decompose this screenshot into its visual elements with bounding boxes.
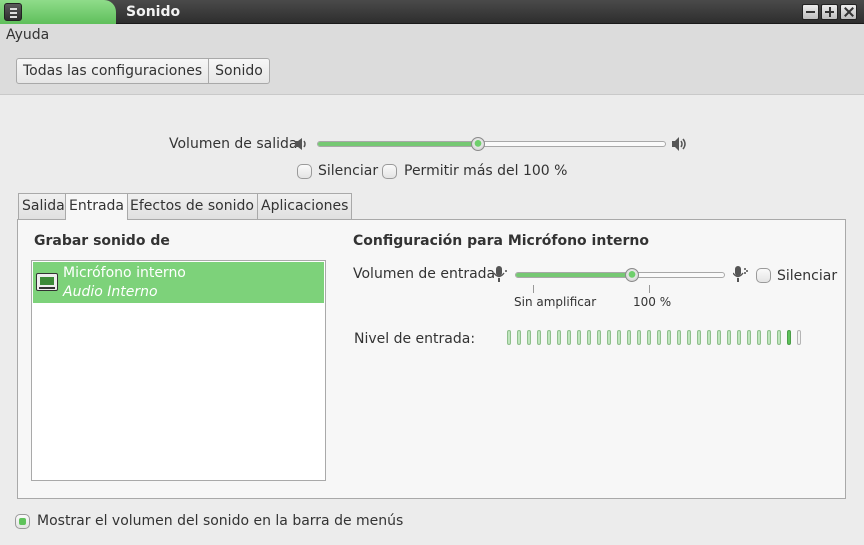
input-volume-slider[interactable] — [515, 268, 725, 282]
level-segment — [577, 330, 581, 345]
tab-output[interactable]: Salida — [18, 193, 69, 219]
level-segment — [777, 330, 781, 345]
menu-bar: Ayuda — [0, 24, 864, 48]
title-bar: Sonido — [0, 0, 864, 24]
device-name: Micrófono interno — [63, 265, 186, 281]
show-volume-checkbox[interactable] — [15, 514, 30, 529]
show-volume-label: Mostrar el volumen del sonido en la barr… — [37, 513, 404, 529]
mark-100: 100 % — [633, 295, 672, 309]
tick-100 — [649, 285, 650, 293]
list-item[interactable]: Micrófono interno Audio Interno — [33, 262, 324, 303]
breadcrumb-all-settings[interactable]: Todas las configuraciones — [17, 59, 208, 83]
close-icon[interactable] — [840, 4, 857, 20]
window-title: Sonido — [126, 4, 181, 20]
speaker-low-icon — [295, 138, 306, 150]
output-mute-checkbox[interactable] — [297, 164, 312, 179]
level-segment — [787, 330, 791, 345]
input-volume-fill — [516, 273, 633, 277]
maximize-icon[interactable] — [821, 4, 838, 20]
mark-unamplified: Sin amplificar — [514, 295, 597, 309]
level-segment — [707, 330, 711, 345]
output-volume-knob[interactable] — [470, 137, 485, 151]
level-segment — [757, 330, 761, 345]
level-segment — [727, 330, 731, 345]
menu-help[interactable]: Ayuda — [6, 27, 49, 43]
level-segment — [637, 330, 641, 345]
level-segment — [517, 330, 521, 345]
tick-unamplified — [533, 285, 534, 293]
input-mute-label: Silenciar — [777, 268, 838, 284]
tab-input[interactable]: Entrada — [65, 193, 129, 220]
device-description: Audio Interno — [63, 284, 158, 300]
level-segment — [687, 330, 691, 345]
config-title: Configuración para Micrófono interno — [353, 233, 649, 249]
input-level-label: Nivel de entrada: — [354, 331, 476, 347]
level-segment — [677, 330, 681, 345]
level-segment — [537, 330, 541, 345]
input-device-list: Micrófono interno Audio Interno — [31, 260, 326, 481]
speaker-high-icon — [672, 137, 686, 151]
breadcrumb-sound[interactable]: Sonido — [208, 59, 269, 83]
level-segment — [547, 330, 551, 345]
minimize-icon[interactable] — [802, 4, 819, 20]
output-volume-fill — [318, 142, 478, 146]
overamplify-checkbox[interactable] — [382, 164, 397, 179]
level-segment — [767, 330, 771, 345]
microphone-low-icon — [493, 266, 507, 282]
output-volume-label: Volumen de salida — [169, 136, 298, 152]
level-segment — [647, 330, 651, 345]
level-segment — [607, 330, 611, 345]
output-volume-slider[interactable] — [317, 137, 666, 151]
microphone-high-icon — [733, 266, 748, 282]
level-segment — [557, 330, 561, 345]
input-mute-checkbox[interactable] — [756, 268, 771, 283]
output-mute-label: Silenciar — [318, 163, 379, 179]
tab-sound-effects[interactable]: Efectos de sonido — [126, 193, 258, 219]
level-segment — [597, 330, 601, 345]
level-segment — [737, 330, 741, 345]
menu-icon[interactable] — [4, 3, 22, 21]
level-segment — [667, 330, 671, 345]
input-volume-label: Volumen de entrada — [353, 266, 496, 282]
level-segment — [617, 330, 621, 345]
breadcrumb: Todas las configuraciones Sonido — [16, 58, 270, 84]
level-segment — [527, 330, 531, 345]
level-segment — [797, 330, 801, 345]
level-segment — [567, 330, 571, 345]
level-segment — [657, 330, 661, 345]
level-segment — [627, 330, 631, 345]
record-from-title: Grabar sonido de — [34, 233, 170, 249]
level-segment — [697, 330, 701, 345]
sound-card-icon — [36, 273, 58, 291]
overamplify-label: Permitir más del 100 % — [404, 163, 568, 179]
level-segment — [717, 330, 721, 345]
tab-applications[interactable]: Aplicaciones — [257, 193, 353, 219]
level-segment — [507, 330, 511, 345]
level-segment — [587, 330, 591, 345]
level-segment — [747, 330, 751, 345]
